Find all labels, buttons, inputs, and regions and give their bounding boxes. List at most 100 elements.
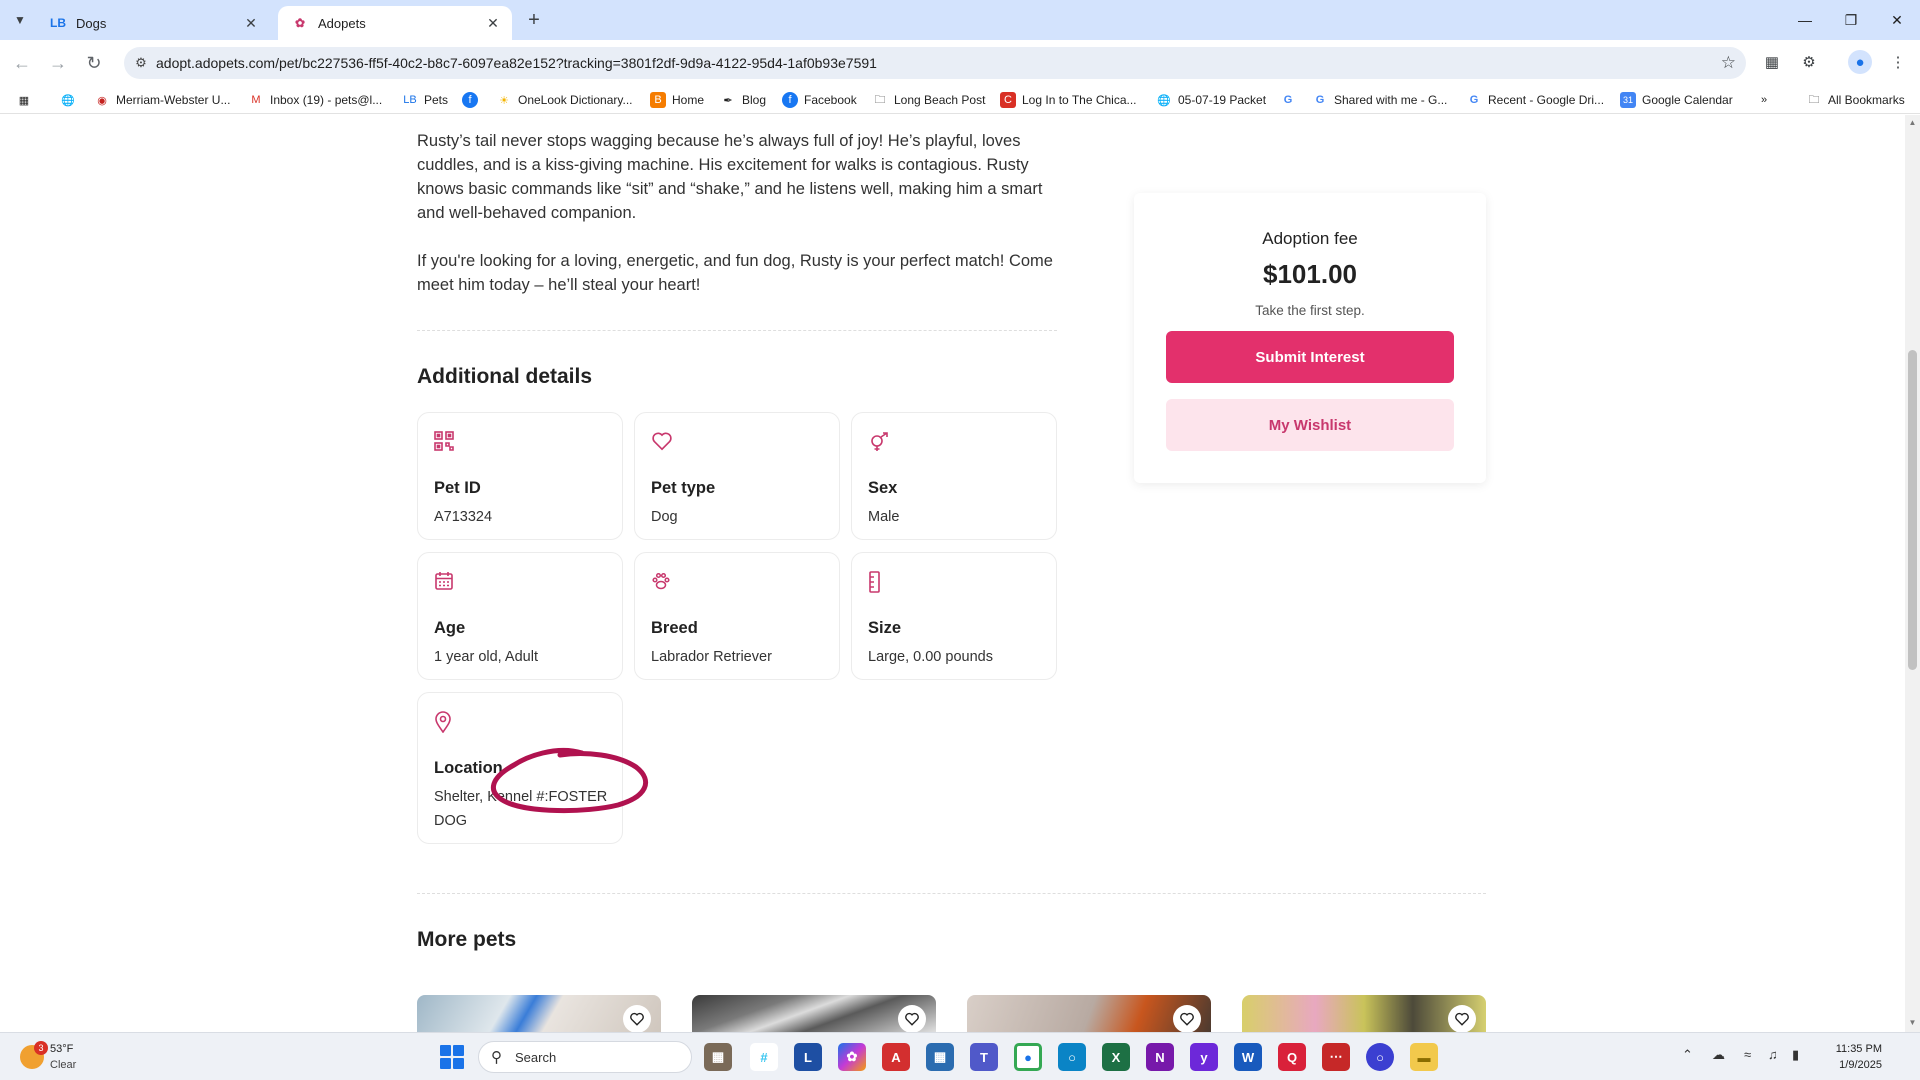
lb-app-icon[interactable]: L bbox=[794, 1043, 822, 1071]
app-dots-icon[interactable]: ⋯ bbox=[1322, 1043, 1350, 1071]
paw-icon bbox=[651, 571, 673, 593]
gmail-icon: M bbox=[251, 94, 261, 106]
detail-label: Sex bbox=[868, 479, 898, 497]
facebook-bookmark-icon[interactable]: f bbox=[462, 90, 484, 110]
weather-widget[interactable]: 3 53°F Clear bbox=[16, 1039, 136, 1075]
all-bookmarks[interactable]: 🗀 All Bookmarks bbox=[1806, 90, 1905, 110]
yahoo-icon[interactable]: y bbox=[1190, 1043, 1218, 1071]
tab-title: Adopets bbox=[318, 15, 366, 31]
minimize-window-button[interactable]: — bbox=[1782, 6, 1828, 34]
page-content: Rusty’s tail never stops wagging because… bbox=[0, 115, 1905, 1032]
submit-interest-button[interactable]: Submit Interest bbox=[1166, 331, 1454, 383]
app-red-icon[interactable]: Q bbox=[1278, 1043, 1306, 1071]
bookmark-packet[interactable]: 🌐 05-07-19 Packet bbox=[1156, 90, 1266, 110]
detail-value: Male bbox=[868, 509, 900, 525]
excel-icon[interactable]: X bbox=[1102, 1043, 1130, 1071]
detail-card-age: Age 1 year old, Adult bbox=[417, 552, 623, 680]
reload-button[interactable]: ↻ bbox=[80, 50, 108, 76]
battery-icon[interactable]: ▮ bbox=[1792, 1047, 1799, 1063]
favorite-heart-icon[interactable] bbox=[623, 1005, 651, 1032]
site-info-icon[interactable]: ⚙ bbox=[132, 54, 150, 72]
more-pet-card[interactable] bbox=[1242, 995, 1486, 1032]
browser-menu-icon[interactable]: ⋮ bbox=[1886, 50, 1910, 74]
close-window-button[interactable]: ✕ bbox=[1874, 6, 1920, 34]
more-pet-card[interactable] bbox=[417, 995, 661, 1032]
close-tab-icon[interactable]: ✕ bbox=[484, 14, 502, 32]
tab-dogs[interactable]: LB Dogs ✕ bbox=[36, 6, 270, 40]
blog-icon: ✒ bbox=[723, 94, 733, 107]
favorite-heart-icon[interactable] bbox=[1173, 1005, 1201, 1032]
file-explorer-taskbar-icon[interactable]: ▦ bbox=[704, 1043, 732, 1071]
google-bookmark-icon[interactable]: G bbox=[1280, 90, 1302, 110]
detail-card-size: Size Large, 0.00 pounds bbox=[851, 552, 1057, 680]
word-icon[interactable]: W bbox=[1234, 1043, 1262, 1071]
app-icon[interactable]: ○ bbox=[1058, 1043, 1086, 1071]
wifi-icon[interactable]: ≈ bbox=[1744, 1047, 1751, 1062]
detail-value: Labrador Retriever bbox=[651, 649, 772, 665]
chrome-icon[interactable]: ● bbox=[1014, 1043, 1042, 1071]
detail-label: Pet ID bbox=[434, 479, 481, 497]
tab-title: Dogs bbox=[76, 15, 107, 31]
more-pet-card[interactable] bbox=[967, 995, 1211, 1032]
merriam-webster-icon: ◉ bbox=[97, 94, 107, 107]
new-tab-button[interactable]: + bbox=[520, 8, 548, 32]
globe-bookmark-icon[interactable]: 🌐 bbox=[60, 90, 82, 110]
forward-button[interactable]: → bbox=[44, 50, 72, 76]
bookmark-shared-with-me[interactable]: G Shared with me - G... bbox=[1312, 90, 1448, 110]
bookmark-long-beach-post[interactable]: 🗀 Long Beach Post bbox=[872, 90, 986, 110]
more-bookmarks-chevron-icon[interactable]: » bbox=[1756, 90, 1778, 110]
search-icon: ⚲ bbox=[491, 1049, 502, 1066]
detail-value: Large, 0.00 pounds bbox=[868, 649, 993, 665]
restore-window-button[interactable]: ❐ bbox=[1828, 6, 1874, 34]
url-text[interactable]: adopt.adopets.com/pet/bc227536-ff5f-40c2… bbox=[156, 55, 877, 71]
app-circle-icon[interactable]: ○ bbox=[1366, 1043, 1394, 1071]
apps-grid-icon[interactable]: ▦ bbox=[16, 90, 38, 110]
bookmark-blog[interactable]: ✒ Blog bbox=[720, 90, 766, 110]
tab-search-chevron-icon[interactable]: ▼ bbox=[8, 8, 32, 32]
favorite-heart-icon[interactable] bbox=[1448, 1005, 1476, 1032]
scrollbar-thumb[interactable] bbox=[1908, 350, 1917, 670]
copilot-icon[interactable]: ✿ bbox=[838, 1043, 866, 1071]
extensions-icon[interactable]: ⚙ bbox=[1797, 50, 1821, 74]
profile-avatar-icon[interactable]: ● bbox=[1848, 50, 1872, 74]
my-wishlist-button[interactable]: My Wishlist bbox=[1166, 399, 1454, 451]
onenote-icon[interactable]: N bbox=[1146, 1043, 1174, 1071]
page-scrollbar[interactable]: ▲ ▼ bbox=[1905, 115, 1920, 1032]
bookmark-star-icon[interactable]: ☆ bbox=[1721, 53, 1736, 73]
tab-adopets[interactable]: ✿ Adopets ✕ bbox=[278, 6, 512, 40]
bookmark-merriam-webster[interactable]: ◉ Merriam-Webster U... bbox=[94, 90, 230, 110]
scroll-down-arrow-icon[interactable]: ▼ bbox=[1908, 1018, 1917, 1027]
bookmark-inbox[interactable]: M Inbox (19) - pets@l... bbox=[248, 90, 382, 110]
bookmark-home[interactable]: B Home bbox=[650, 90, 704, 110]
folder-icon: 🗀 bbox=[874, 93, 886, 106]
address-bar[interactable]: ⚙ adopt.adopets.com/pet/bc227536-ff5f-40… bbox=[124, 47, 1746, 79]
show-hidden-icons-chevron-icon[interactable]: ⌃ bbox=[1682, 1047, 1693, 1063]
onedrive-cloud-icon[interactable]: ☁ bbox=[1712, 1047, 1725, 1063]
teams-icon[interactable]: T bbox=[970, 1043, 998, 1071]
bookmark-chicago[interactable]: C Log In to The Chica... bbox=[1000, 90, 1137, 110]
lb-icon: LB bbox=[403, 94, 417, 106]
scroll-up-arrow-icon[interactable]: ▲ bbox=[1908, 118, 1917, 127]
bookmark-recent-drive[interactable]: G Recent - Google Dri... bbox=[1466, 90, 1604, 110]
globe-icon: 🌐 bbox=[1157, 94, 1171, 107]
taskbar-search-input[interactable]: ⚲ Search bbox=[478, 1041, 692, 1073]
acrobat-icon[interactable]: A bbox=[882, 1043, 910, 1071]
slack-icon[interactable]: # bbox=[750, 1043, 778, 1071]
more-pet-card[interactable] bbox=[692, 995, 936, 1032]
volume-icon[interactable]: ♫ bbox=[1768, 1047, 1778, 1062]
close-tab-icon[interactable]: ✕ bbox=[242, 14, 260, 32]
taskbar-clock[interactable]: 11:35 PM 1/9/2025 bbox=[1822, 1041, 1882, 1073]
divider bbox=[417, 330, 1057, 331]
folder-taskbar-icon[interactable]: ▬ bbox=[1410, 1043, 1438, 1071]
location-pin-icon bbox=[434, 711, 456, 734]
back-button[interactable]: ← bbox=[8, 50, 36, 76]
favorite-heart-icon[interactable] bbox=[898, 1005, 926, 1032]
bookmark-google-calendar[interactable]: 31 Google Calendar bbox=[1620, 90, 1733, 110]
bookmark-onelook[interactable]: ☀ OneLook Dictionary... bbox=[496, 90, 632, 110]
bookmark-pets[interactable]: LB Pets bbox=[402, 90, 448, 110]
store-icon[interactable]: ▦ bbox=[926, 1043, 954, 1071]
password-manager-icon[interactable]: ▦ bbox=[1760, 50, 1784, 74]
bookmark-facebook[interactable]: f Facebook bbox=[782, 90, 857, 110]
section-heading-more-pets: More pets bbox=[417, 928, 517, 951]
windows-start-icon[interactable] bbox=[440, 1045, 464, 1069]
